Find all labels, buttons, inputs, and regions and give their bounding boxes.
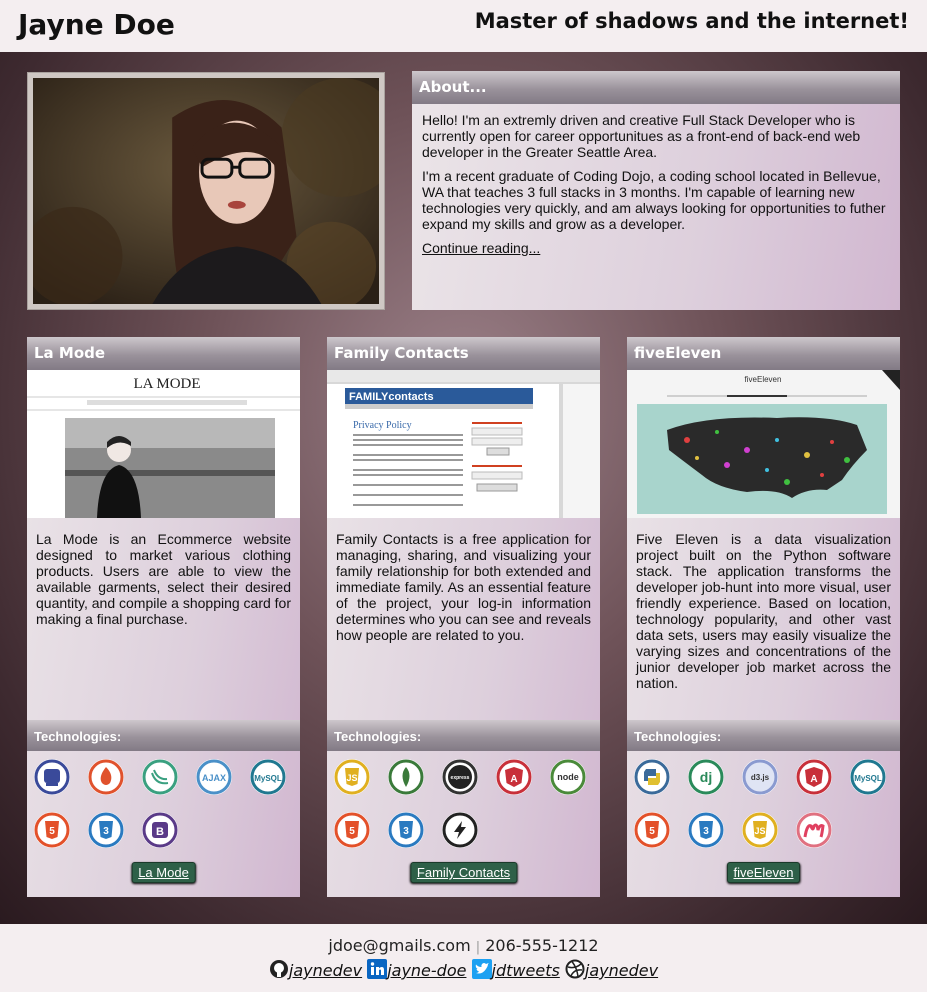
mysql-icon: MySQL xyxy=(250,759,286,795)
phone-text: 206-555-1212 xyxy=(485,936,599,955)
python-icon xyxy=(634,759,670,795)
project-card-family-contacts: Family Contacts FAMILYcontacts Privacy P… xyxy=(327,337,600,897)
svg-text:B: B xyxy=(156,826,164,838)
project-title: fiveEleven xyxy=(627,337,900,370)
project-screenshot: LA MODE xyxy=(27,370,300,518)
javascript-icon: JS xyxy=(742,812,778,848)
project-description: Family Contacts is a free application fo… xyxy=(336,531,591,643)
shot-brand-text: LA MODE xyxy=(133,376,200,392)
svg-text:JS: JS xyxy=(346,773,357,783)
html5-icon: 5 xyxy=(34,812,70,848)
shot-brand-text: fiveEleven xyxy=(745,375,782,384)
html5-icon: 5 xyxy=(334,812,370,848)
site-name: Jayne Doe xyxy=(18,8,175,41)
css3-icon: 3 xyxy=(88,812,124,848)
technology-icons: JS express A node 5 3 Family Contacts xyxy=(327,751,600,897)
mysql-icon: MySQL xyxy=(850,759,886,795)
technologies-label: Technologies: xyxy=(27,720,300,751)
social-links: jaynedev jayne-doe jdtweets jaynedev xyxy=(0,959,927,980)
linkedin-icon xyxy=(367,959,388,979)
svg-text:5: 5 xyxy=(349,826,355,837)
footer: jdoe@gmails.com | 206-555-1212 jaynedev … xyxy=(0,924,927,992)
contact-line: jdoe@gmails.com | 206-555-1212 xyxy=(0,936,927,955)
twitter-icon xyxy=(471,959,492,979)
svg-text:5: 5 xyxy=(49,826,55,837)
project-card-la-mode: La Mode LA MODE La Mode is an Ecommerce … xyxy=(27,337,300,897)
bootstrap-icon: B xyxy=(142,812,178,848)
mongodb-icon xyxy=(388,759,424,795)
shot-heading-text: Privacy Policy xyxy=(353,420,412,431)
svg-text:d3.js: d3.js xyxy=(751,773,770,782)
svg-text:JS: JS xyxy=(754,826,765,836)
technologies-label: Technologies: xyxy=(327,720,600,751)
angular-icon: A xyxy=(796,759,832,795)
twitter-link[interactable]: jdtweets xyxy=(492,961,560,980)
svg-text:A: A xyxy=(510,774,517,785)
svg-text:3: 3 xyxy=(103,826,109,837)
family-contacts-button[interactable]: Family Contacts xyxy=(409,862,518,883)
angular-icon: A xyxy=(496,759,532,795)
codeigniter-icon xyxy=(88,759,124,795)
svg-text:AJAX: AJAX xyxy=(202,773,226,783)
svg-text:3: 3 xyxy=(403,826,409,837)
about-paragraph-2: I'm a recent graduate of Coding Dojo, a … xyxy=(422,168,886,232)
fiveeleven-button[interactable]: fiveEleven xyxy=(726,862,801,883)
email-text[interactable]: jdoe@gmails.com xyxy=(328,936,470,955)
svg-text:MySQL: MySQL xyxy=(854,774,882,783)
project-title: Family Contacts xyxy=(327,337,600,370)
technology-icons: AJAX MySQL 5 3 B La Mode xyxy=(27,751,300,897)
svg-text:A: A xyxy=(810,774,817,785)
la-mode-button[interactable]: La Mode xyxy=(131,862,196,883)
javascript-icon: JS xyxy=(334,759,370,795)
github-icon xyxy=(269,960,288,978)
project-title: La Mode xyxy=(27,337,300,370)
about-title: About... xyxy=(412,71,900,104)
svg-text:5: 5 xyxy=(649,826,655,837)
shot-brand-text: FAMILYcontacts xyxy=(349,391,434,403)
dribbble-link[interactable]: jaynedev xyxy=(585,961,658,980)
github-link[interactable]: jaynedev xyxy=(289,961,362,980)
technology-icons: dj d3.js A MySQL 5 3 JS fiveEleven xyxy=(627,751,900,897)
continue-reading-link[interactable]: Continue reading... xyxy=(422,240,540,256)
css3-icon: 3 xyxy=(688,812,724,848)
d3js-icon: d3.js xyxy=(742,759,778,795)
project-screenshot: FAMILYcontacts Privacy Policy xyxy=(327,370,600,518)
jquery-icon xyxy=(142,759,178,795)
nodejs-icon: node xyxy=(550,759,586,795)
linkedin-link[interactable]: jayne-doe xyxy=(387,961,466,980)
django-icon: dj xyxy=(688,759,724,795)
php-icon xyxy=(34,759,70,795)
html5-icon: 5 xyxy=(634,812,670,848)
socketio-icon xyxy=(442,812,478,848)
about-paragraph-1: Hello! I'm an extremly driven and creati… xyxy=(422,112,861,160)
svg-text:dj: dj xyxy=(700,769,712,785)
project-screenshot: fiveEleven xyxy=(627,370,900,518)
profile-photo xyxy=(27,72,385,310)
about-body: Hello! I'm an extremly driven and creati… xyxy=(412,104,900,310)
main-content: About... Hello! I'm an extremly driven a… xyxy=(0,52,927,924)
dribbble-icon xyxy=(565,959,585,979)
svg-text:node: node xyxy=(557,772,579,782)
express-icon: express xyxy=(442,759,478,795)
svg-text:MySQL: MySQL xyxy=(254,774,282,783)
ajax-icon: AJAX xyxy=(196,759,232,795)
project-description: La Mode is an Ecommerce website designed… xyxy=(36,531,292,627)
svg-text:express: express xyxy=(451,775,470,781)
materialize-icon xyxy=(796,812,832,848)
svg-text:3: 3 xyxy=(703,826,709,837)
header: Jayne Doe Master of shadows and the inte… xyxy=(0,0,927,52)
project-description: Five Eleven is a data visualization proj… xyxy=(636,531,891,691)
contact-separator: | xyxy=(475,940,481,955)
css3-icon: 3 xyxy=(388,812,424,848)
technologies-label: Technologies: xyxy=(627,720,900,751)
project-card-fiveeleven: fiveEleven fiveEleven Five Eleven is a d… xyxy=(627,337,900,897)
tagline: Master of shadows and the internet! xyxy=(474,9,909,33)
about-panel: About... Hello! I'm an extremly driven a… xyxy=(412,71,900,310)
